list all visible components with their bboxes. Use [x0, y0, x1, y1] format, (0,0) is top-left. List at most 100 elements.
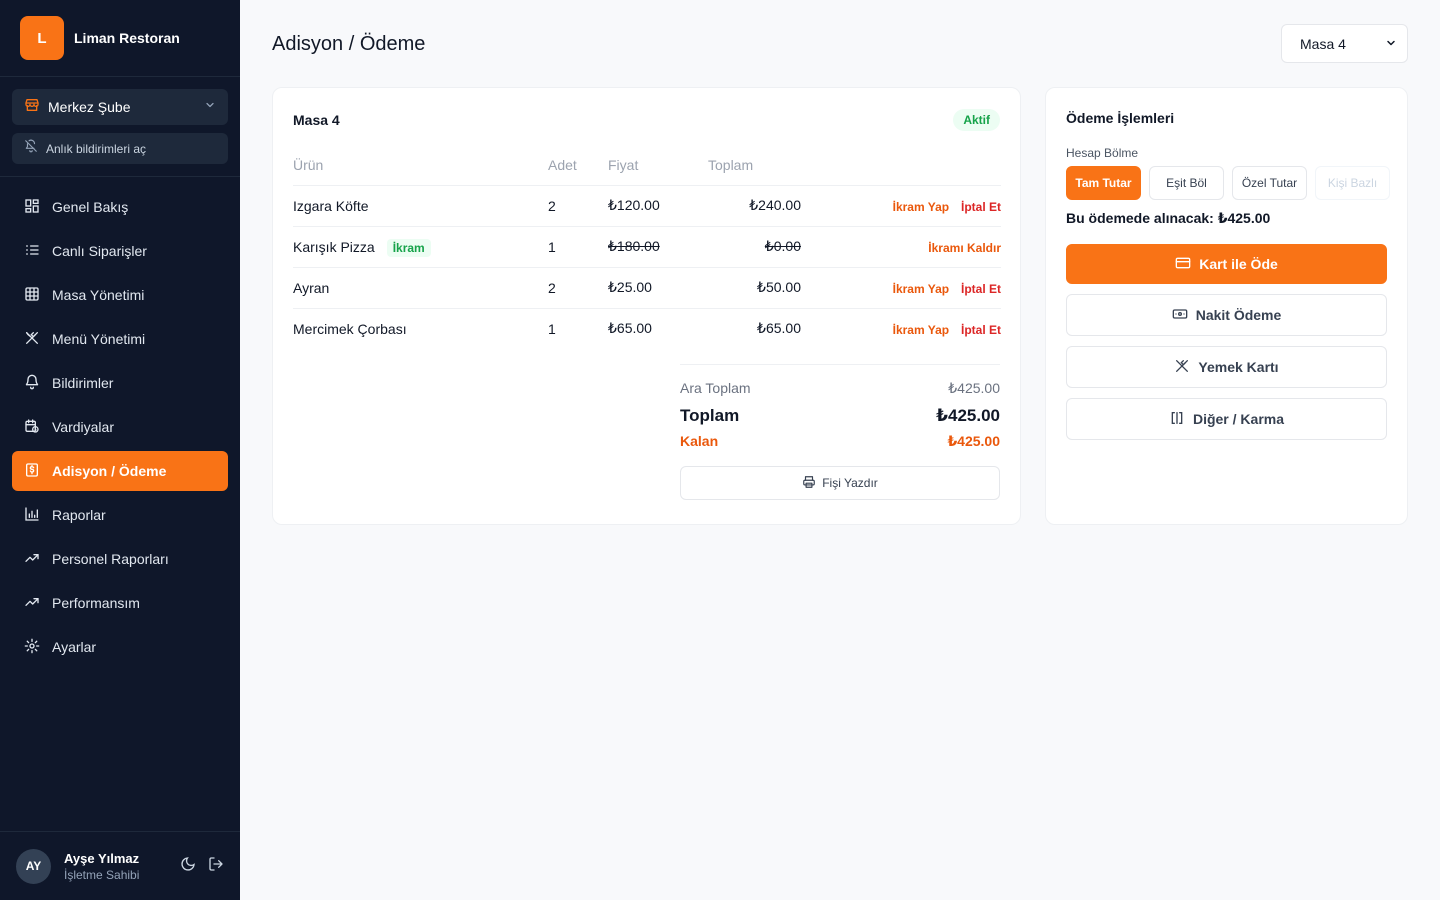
notification-toggle[interactable]: Anlık bildirimleri aç: [12, 133, 228, 164]
split-custom-button[interactable]: Özel Tutar: [1232, 166, 1307, 200]
sidebar-item-overview[interactable]: Genel Bakış: [12, 187, 228, 227]
cancel-item-button[interactable]: İptal Et: [961, 200, 1001, 214]
split-full-amount-button[interactable]: Tam Tutar: [1066, 166, 1141, 200]
sidebar-item-menu[interactable]: Menü Yönetimi: [12, 319, 228, 359]
column-header-price: Fiyat: [608, 146, 708, 186]
user-role: İşletme Sahibi: [64, 867, 140, 882]
sidebar-item-label: Personel Raporları: [52, 551, 169, 567]
item-qty: 1: [548, 226, 608, 268]
cancel-item-button[interactable]: İptal Et: [961, 282, 1001, 296]
bell-icon: [24, 374, 40, 393]
total-row: Toplam ₺425.00: [680, 402, 1000, 430]
split-icon: [1169, 410, 1185, 429]
subtotal-value: ₺425.00: [948, 379, 1000, 396]
sidebar-item-notifications[interactable]: Bildirimler: [12, 363, 228, 403]
sidebar-item-label: Menü Yönetimi: [52, 331, 146, 347]
order-card: Masa 4 Aktif Ürün Adet Fiyat Toplam Izga…: [272, 87, 1021, 525]
user-info: Ayşe Yılmaz İşletme Sahibi: [64, 851, 180, 882]
sidebar-item-settings[interactable]: Ayarlar: [12, 627, 228, 667]
sidebar-nav: Genel Bakış Canlı Siparişler Masa Yöneti…: [0, 177, 240, 681]
sidebar-item-label: Vardiyalar: [52, 419, 114, 435]
chevron-down-icon: [204, 98, 216, 116]
trend-icon: [24, 550, 40, 569]
sidebar-item-staff-reports[interactable]: Personel Raporları: [12, 539, 228, 579]
remaining-row: Kalan ₺425.00: [680, 430, 1000, 452]
sidebar-item-label: Genel Bakış: [52, 199, 129, 215]
sidebar: L Liman Restoran Merkez Şube Anlık bildi…: [0, 0, 240, 900]
print-receipt-button[interactable]: Fişi Yazdır: [680, 466, 1000, 500]
cancel-item-button[interactable]: İptal Et: [961, 323, 1001, 337]
print-receipt-label: Fişi Yazdır: [822, 476, 878, 490]
order-table-name: Masa 4: [293, 112, 340, 128]
pay-card-button[interactable]: Kart ile Öde: [1066, 244, 1387, 284]
collect-amount: Bu ödemede alınacak: ₺425.00: [1066, 210, 1271, 226]
moon-icon[interactable]: [180, 856, 196, 877]
item-price: ₺180.00: [608, 226, 708, 268]
table-header-row: Ürün Adet Fiyat Toplam: [293, 146, 1001, 186]
branch-label: Merkez Şube: [48, 99, 131, 115]
item-qty: 2: [548, 185, 608, 227]
sidebar-item-label: Raporlar: [52, 507, 106, 523]
pay-cash-button[interactable]: Nakit Ödeme: [1066, 294, 1387, 336]
bar-chart-icon: [24, 506, 40, 525]
column-header-total: Toplam: [708, 146, 801, 186]
brand: L Liman Restoran: [0, 0, 240, 77]
item-qty: 2: [548, 267, 608, 309]
sidebar-item-live-orders[interactable]: Canlı Siparişler: [12, 231, 228, 271]
calendar-clock-icon: [24, 418, 40, 437]
order-summary: Ara Toplam ₺425.00 Toplam ₺425.00 Kalan …: [680, 364, 1000, 500]
sidebar-item-shifts[interactable]: Vardiyalar: [12, 407, 228, 447]
logout-icon[interactable]: [208, 856, 224, 877]
item-total: ₺240.00: [708, 185, 801, 227]
item-price: ₺120.00: [608, 185, 708, 227]
comp-item-button[interactable]: İkram Yap: [893, 282, 949, 296]
pay-cash-label: Nakit Ödeme: [1195, 307, 1282, 323]
user-profile: AY Ayşe Yılmaz İşletme Sahibi: [0, 831, 240, 900]
item-actions: İkram Yap İptal Et: [801, 308, 1001, 349]
table-row: Ayran 2 ₺25.00 ₺50.00 İkram Yap İptal Et: [293, 267, 1001, 309]
pay-card-label: Kart ile Öde: [1199, 256, 1278, 272]
pay-other-button[interactable]: Diğer / Karma: [1066, 398, 1387, 440]
total-label: Toplam: [680, 406, 740, 425]
brand-logo: L: [20, 16, 64, 60]
item-name-cell: Karışık Pizza İkram: [293, 226, 548, 268]
table-row: Karışık Pizza İkram 1 ₺180.00 ₺0.00 İkram…: [293, 226, 1001, 268]
sidebar-item-tables[interactable]: Masa Yönetimi: [12, 275, 228, 315]
comp-item-button[interactable]: İkram Yap: [893, 200, 949, 214]
item-total: ₺50.00: [708, 267, 801, 309]
table-select-value: Masa 4: [1300, 35, 1346, 52]
branch-select[interactable]: Merkez Şube: [12, 89, 228, 125]
table-select[interactable]: Masa 4: [1281, 24, 1408, 63]
comp-item-button[interactable]: İkram Yap: [893, 323, 949, 337]
sidebar-item-label: Bildirimler: [52, 375, 114, 391]
item-price: ₺65.00: [608, 320, 652, 337]
item-name: Karışık Pizza: [293, 238, 375, 255]
credit-card-icon: [1175, 255, 1191, 274]
brand-name: Liman Restoran: [74, 30, 180, 46]
sidebar-item-label: Ayarlar: [52, 639, 97, 655]
item-actions: İkram Yap İptal Et: [801, 185, 1001, 227]
list-icon: [24, 242, 40, 261]
split-label: Hesap Bölme: [1066, 146, 1139, 160]
receipt-icon: [24, 462, 40, 481]
split-per-person-button[interactable]: Kişi Bazlı: [1315, 166, 1390, 200]
payment-card: Ödeme İşlemleri Hesap Bölme Tam Tutar Eş…: [1045, 87, 1408, 525]
bell-off-icon: [24, 139, 38, 158]
sidebar-item-label: Performansım: [52, 595, 140, 611]
store-icon: [24, 97, 40, 118]
utensils-icon: [24, 330, 40, 349]
banknote-icon: [1172, 306, 1188, 325]
item-name: Izgara Köfte: [293, 185, 548, 227]
sidebar-item-performance[interactable]: Performansım: [12, 583, 228, 623]
sidebar-item-billing[interactable]: Adisyon / Ödeme: [12, 451, 228, 491]
pay-meal-card-button[interactable]: Yemek Kartı: [1066, 346, 1387, 388]
item-total: ₺65.00: [757, 320, 801, 337]
item-actions: İkramı Kaldır: [801, 226, 1001, 268]
split-equal-button[interactable]: Eşit Böl: [1149, 166, 1224, 200]
branch-area: Merkez Şube Anlık bildirimleri aç: [0, 77, 240, 177]
remove-comp-button[interactable]: İkramı Kaldır: [928, 241, 1001, 255]
sidebar-item-reports[interactable]: Raporlar: [12, 495, 228, 535]
split-options: Tam Tutar Eşit Böl Özel Tutar Kişi Bazlı: [1066, 166, 1390, 200]
status-badge: Aktif: [953, 109, 1000, 131]
sidebar-item-label: Adisyon / Ödeme: [52, 463, 167, 479]
